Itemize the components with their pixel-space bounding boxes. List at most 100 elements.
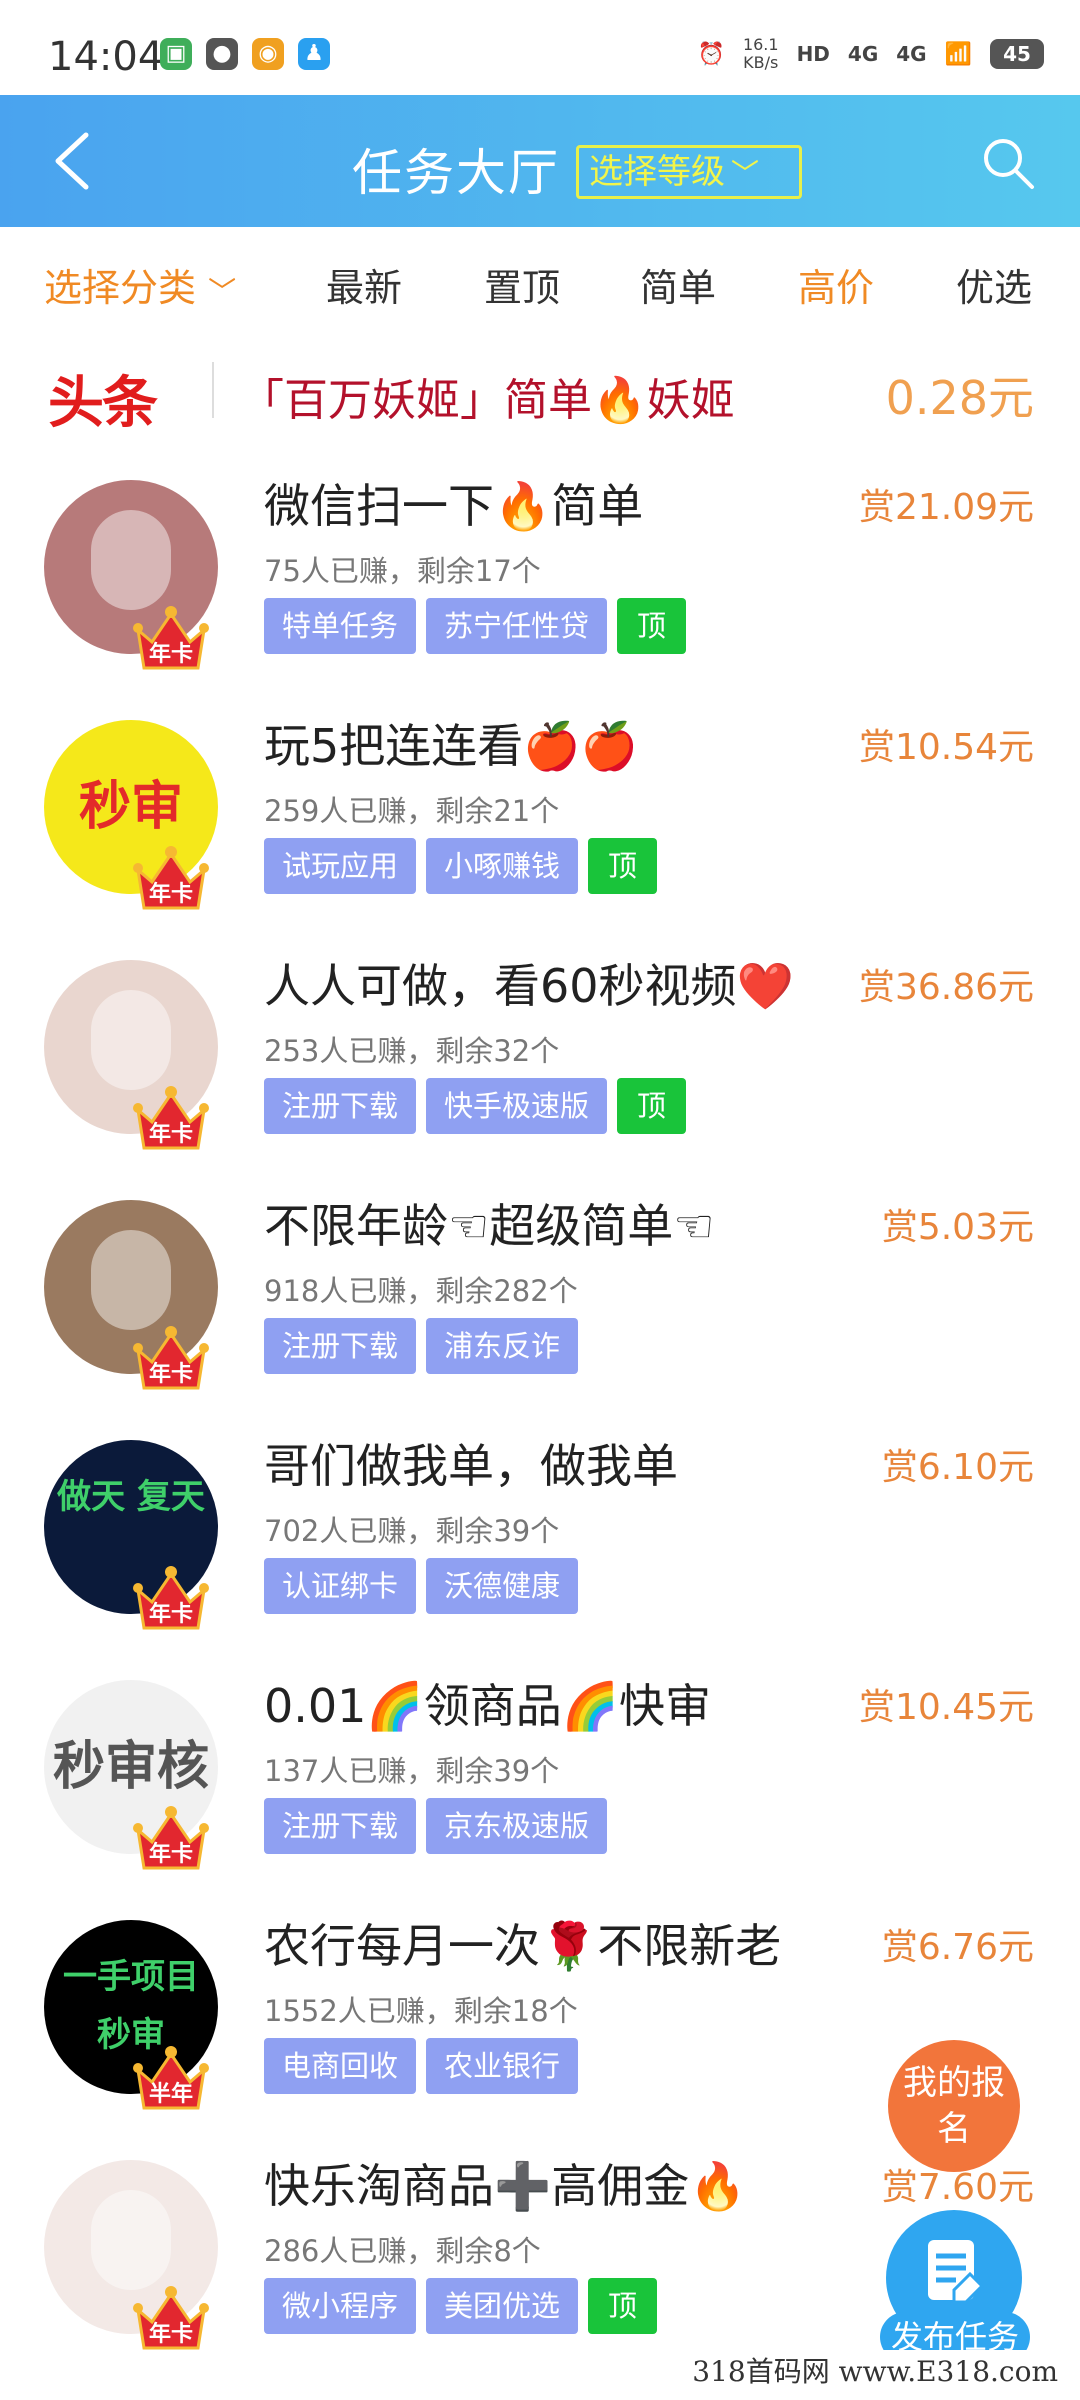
task-title: 农行每月一次🌹不限新老 [264,1919,782,1973]
task-tag: 试玩应用 [264,838,417,894]
task-tags: 试玩应用 小啄赚钱顶 [264,838,658,894]
task-title: 人人可做，看60秒视频❤️ [264,959,794,1013]
task-tag: 快手极速版 [426,1078,608,1134]
avatar-photo [91,990,171,1090]
task-reward: 赏6.76元 [881,1927,1034,1968]
task-tags: 注册下载 京东极速版 [264,1798,608,1854]
search-icon[interactable] [980,135,1036,191]
membership-badge: 年卡 [148,1362,193,1387]
crown-icon: 年卡 [132,836,210,914]
task-row[interactable]: 秒审 年卡 玩5把连连看🍎🍎 259人已赚，剩余21个 试玩应用 小啄赚钱顶赏10.54元 [0,700,1080,940]
page-title: 任务大厅 [352,144,560,202]
category-filter[interactable]: 选择分类 ﹀ [44,257,236,312]
headline-banner[interactable]: 头条 「百万妖姬」简单🔥妖姬 0.28元 [0,340,1080,440]
filter-high-price[interactable]: 高价 [798,257,874,312]
network-speed: 16.1 KB/s [742,35,779,72]
task-title: 0.01🌈领商品🌈快审 [264,1679,711,1733]
watermark: 318首码网 www.E318.com [686,2350,1064,2390]
divider [212,362,214,418]
task-tag: 特单任务 [264,598,417,654]
pinned-badge: 顶 [588,838,658,894]
task-tags: 特单任务 苏宁任性贷顶 [264,598,687,654]
status-bar: 14:04 ▣ ● ◉ ♟ ⏰ 16.1 KB/s HD 4G 4G 📶 45 [0,0,1080,95]
status-time: 14:04 [48,34,164,80]
task-tag: 京东极速版 [426,1798,608,1854]
task-reward: 赏6.10元 [881,1447,1034,1488]
task-tag: 电商回收 [264,2038,417,2094]
task-stats: 259人已赚，剩余21个 [264,794,560,828]
weibo-icon: ◉ [252,38,284,70]
task-tags: 注册下载 浦东反诈 [264,1318,579,1374]
task-tags: 微小程序 美团优选顶 [264,2278,658,2334]
task-title: 不限年龄☜超级简单☜ [264,1199,715,1253]
signal-1-icon: 4G [847,42,879,66]
filter-preferred[interactable]: 优选 [956,257,1032,312]
crown-icon: 年卡 [132,1076,210,1154]
task-tag: 微小程序 [264,2278,417,2334]
filter-bar: 选择分类 ﹀ 最新 置顶 简单 高价 优选 [0,227,1080,337]
filter-latest[interactable]: 最新 [326,257,402,312]
task-tag: 浦东反诈 [426,1318,579,1374]
headline-logo: 头条 [48,371,158,436]
task-tag: 注册下载 [264,1318,417,1374]
membership-badge: 年卡 [148,1602,193,1627]
task-tag: 农业银行 [426,2038,579,2094]
task-tags: 认证绑卡 沃德健康 [264,1558,579,1614]
task-stats: 137人已赚，剩余39个 [264,1754,560,1788]
task-tag: 注册下载 [264,1798,417,1854]
task-tag: 注册下载 [264,1078,417,1134]
pinned-badge: 顶 [588,2278,658,2334]
crown-icon: 年卡 [132,1316,210,1394]
membership-badge: 年卡 [148,642,193,667]
task-tag: 小啄赚钱 [426,838,579,894]
avatar-photo [91,1230,171,1330]
task-stats: 702人已赚，剩余39个 [264,1514,560,1548]
task-row[interactable]: 年卡 人人可做，看60秒视频❤️ 253人已赚，剩余32个注册下载 快手极速版顶 赏36… [0,940,1080,1180]
task-reward: 赏21.09元 [858,487,1034,528]
task-title: 快乐淘商品➕高佣金🔥 [264,2159,747,2213]
chevron-down-icon: ﹀ [208,275,237,308]
task-reward: 赏5.03元 [881,1207,1034,1248]
back-arrow-icon[interactable] [46,129,106,193]
crown-icon: 半年 [132,2036,210,2114]
membership-badge: 年卡 [148,2322,193,2347]
filter-pinned[interactable]: 置顶 [484,257,560,312]
crown-icon: 年卡 [132,1796,210,1874]
qq-icon: ♟ [298,38,330,70]
wifi-icon: 📶 [944,41,972,67]
filter-simple[interactable]: 简单 [640,257,716,312]
task-title: 玩5把连连看🍎🍎 [264,719,638,773]
task-stats: 253人已赚，剩余32个 [264,1034,560,1068]
task-stats: 918人已赚，剩余282个 [264,1274,578,1308]
crown-icon: 年卡 [132,596,210,674]
level-select-label: 选择等级 [589,152,725,192]
task-tag: 认证绑卡 [264,1558,417,1614]
task-reward: 赏10.54元 [858,727,1034,768]
status-indicators: ⏰ 16.1 KB/s HD 4G 4G 📶 45 [698,36,1044,72]
pinned-badge: 顶 [617,598,687,654]
task-row[interactable]: 做天 复天 年卡 哥们做我单，做我单 702人已赚，剩余39个 认证绑卡 沃德健康 赏6.1… [0,1420,1080,1660]
task-row[interactable]: 秒审核 年卡 0.01🌈领商品🌈快审 137人已赚，剩余39个 注册下载 京东极速版 赏10… [0,1660,1080,1900]
chevron-down-icon: ﹀ [731,157,760,190]
hd-icon: HD [796,42,830,66]
membership-badge: 年卡 [148,1122,193,1147]
task-row[interactable]: 年卡 不限年龄☜超级简单☜ 918人已赚，剩余282个注册下载 浦东反诈 赏5.03元 [0,1180,1080,1420]
task-title: 哥们做我单，做我单 [264,1439,678,1493]
task-reward: 赏10.45元 [858,1687,1034,1728]
task-reward: 赏36.86元 [858,967,1034,1008]
crown-icon: 年卡 [132,1556,210,1634]
headline-price: 0.28元 [885,371,1034,425]
task-tags: 注册下载 快手极速版顶 [264,1078,687,1134]
task-tag: 沃德健康 [426,1558,579,1614]
membership-badge: 年卡 [148,1842,193,1867]
top-app-bar: 任务大厅 选择等级 ﹀ [0,95,1080,227]
task-tag: 苏宁任性贷 [426,598,608,654]
avatar-photo [91,2190,171,2290]
task-stats: 286人已赚，剩余8个 [264,2234,541,2268]
app-notification-icon: ▣ [160,38,192,70]
headline-text: 「百万妖姬」简单🔥妖姬 [240,375,735,426]
task-row[interactable]: 年卡 微信扫一下🔥简单 75人已赚，剩余17个 特单任务 苏宁任性贷顶 赏21.09元 [0,460,1080,700]
my-signup-button[interactable]: 我的报名 [888,2040,1020,2172]
membership-badge: 年卡 [148,882,193,907]
level-select-dropdown[interactable]: 选择等级 ﹀ [576,145,802,199]
